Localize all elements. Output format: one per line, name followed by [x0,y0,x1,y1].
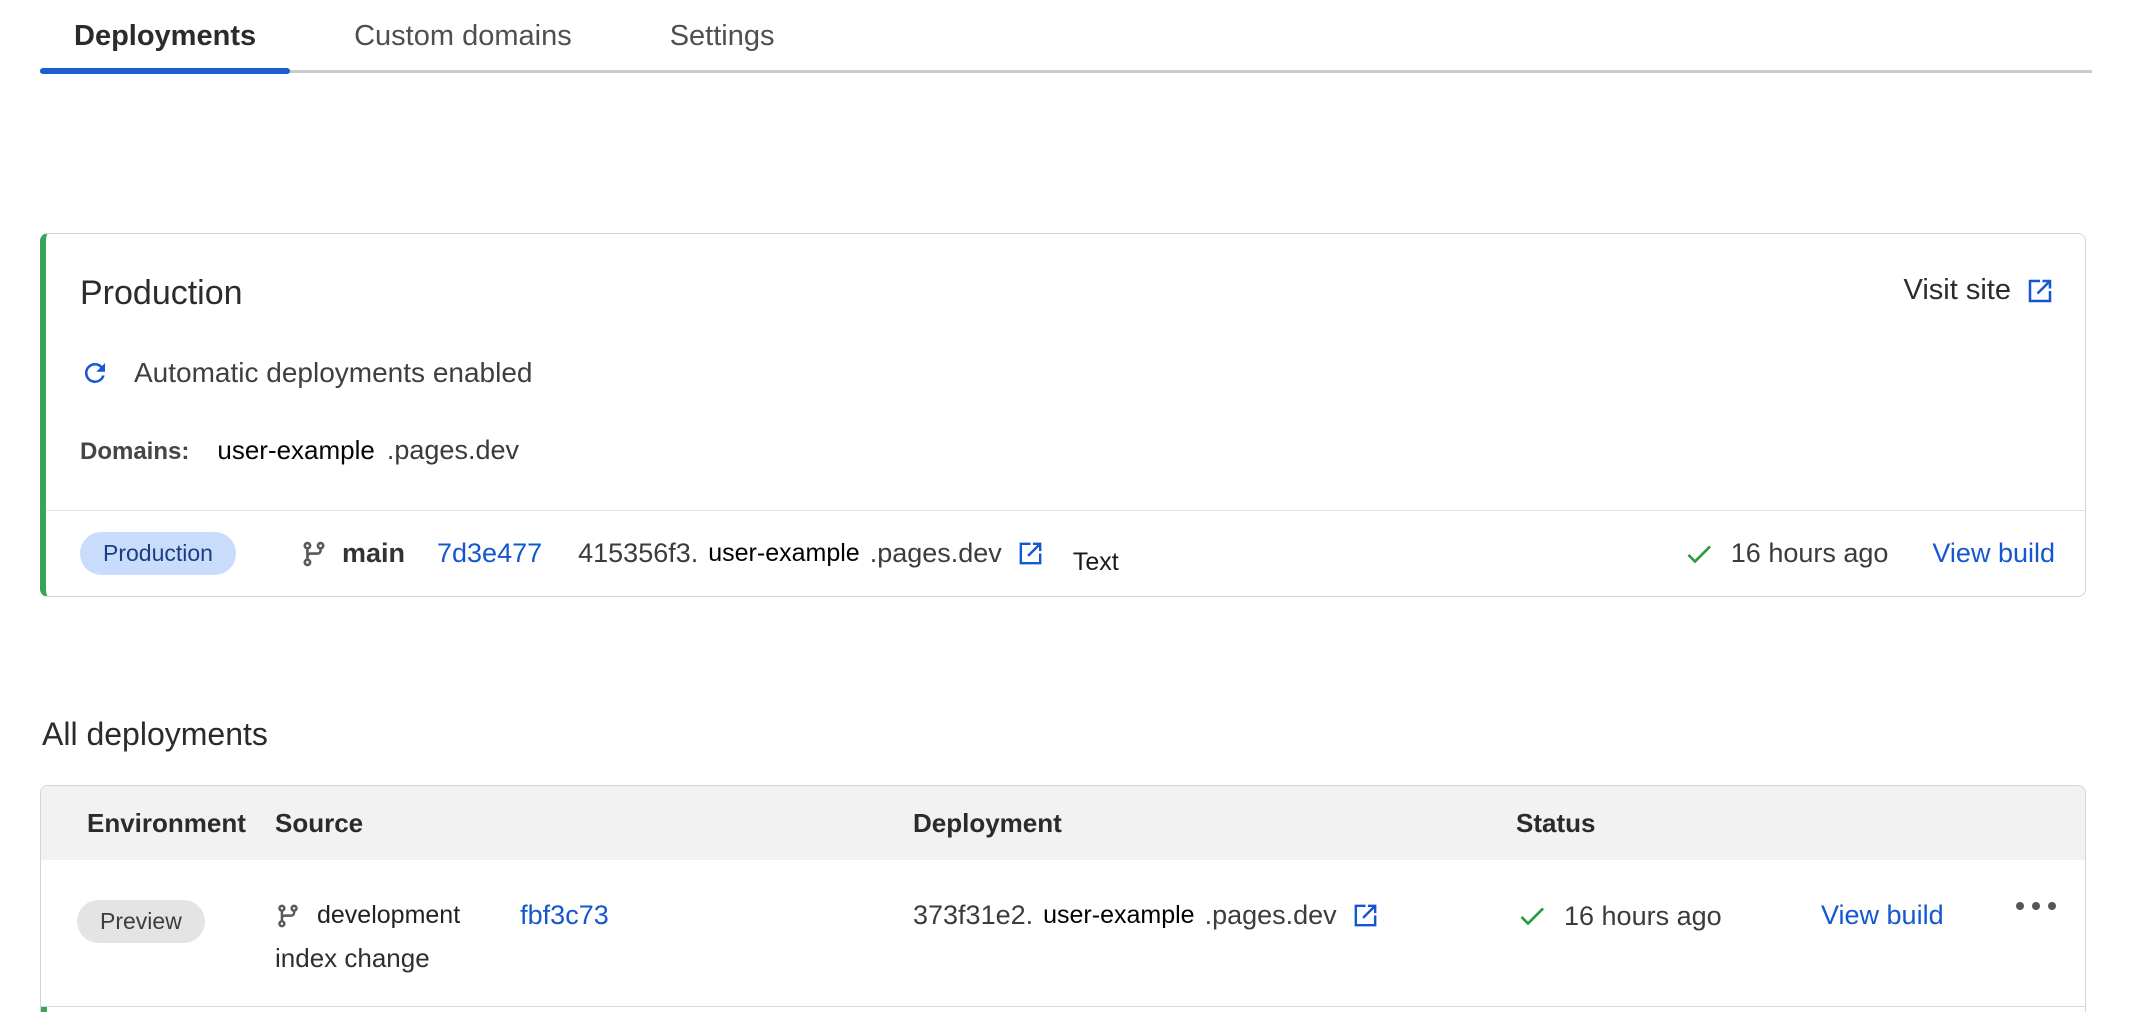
deployment-time: 16 hours ago [1731,538,1889,569]
column-header-environment: Environment [41,808,275,839]
production-card-title: Production [80,274,243,313]
git-branch-icon [300,540,328,568]
check-icon [1516,900,1548,932]
column-header-source: Source [275,808,913,839]
check-icon [1683,538,1715,570]
deployment-url-suffix: .pages.dev [870,538,1002,569]
deployment-url: 415356f3. user-example .pages.dev [578,538,1045,569]
row-menu-button[interactable] [2016,890,2056,922]
production-deployment-row: Production main 7d3e477 415356f3. user-e… [46,510,2085,596]
auto-deployments-text: Automatic deployments enabled [134,357,532,389]
deployment-url-prefix: 415356f3. [578,538,698,569]
table-row: Preview development fbf3c73 index change… [41,860,2085,1007]
production-card: Production Visit site Automatic deployme… [40,233,2086,597]
tab-custom-domains[interactable]: Custom domains [320,20,606,73]
view-build-link[interactable]: View build [1932,538,2055,569]
status-cell: 16 hours ago [1516,860,1821,932]
pages-deployments-page: Deployments Custom domains Settings Prod… [0,0,2132,1012]
ellipsis-icon [2032,902,2040,910]
column-header-status: Status [1516,808,1821,839]
tab-bar: Deployments Custom domains Settings [40,0,2092,73]
ellipsis-icon [2016,902,2024,910]
commit-message: index change [275,943,913,974]
open-deployment-button[interactable] [1016,539,1045,568]
domains-row: Domains: user-example .pages.dev [80,435,2055,466]
refresh-icon [80,358,110,388]
table-header-row: Environment Source Deployment Status [41,786,2085,860]
deployment-time: 16 hours ago [1564,901,1722,932]
menu-cell [2016,860,2085,922]
commit-link[interactable]: 7d3e477 [437,538,542,569]
external-link-icon [2025,276,2055,306]
column-header-deployment: Deployment [913,808,1516,839]
environment-badge: Preview [77,900,205,943]
domains-label: Domains: [80,438,189,466]
deployment-url: 373f31e2. user-example .pages.dev [913,900,1380,931]
branch-name: development [317,901,460,930]
tab-deployments[interactable]: Deployments [40,20,290,73]
domain-name: user-example [217,435,375,466]
next-row-accent [41,1007,47,1012]
auto-deployments-status: Automatic deployments enabled [80,357,2055,389]
commit-link[interactable]: fbf3c73 [520,900,609,931]
view-build-link[interactable]: View build [1821,900,1944,930]
external-link-icon [1351,901,1380,930]
all-deployments-heading: All deployments [42,716,268,753]
ellipsis-icon [2048,902,2056,910]
deployments-table: Environment Source Deployment Status Pre… [40,785,2086,1012]
deployment-url-suffix: .pages.dev [1205,900,1337,931]
domain-suffix: .pages.dev [387,435,519,466]
branch-name: main [342,538,405,569]
external-link-icon [1016,539,1045,568]
branch-group: main [300,538,405,569]
deployment-url-domain: user-example [708,539,859,568]
visit-site-link[interactable]: Visit site [1904,274,2055,307]
visit-site-label: Visit site [1904,274,2011,307]
git-branch-icon [275,903,301,929]
environment-badge: Production [80,532,236,575]
actions-cell: View build [1821,860,2016,931]
environment-cell: Preview [41,860,275,943]
source-cell: development fbf3c73 index change [275,860,913,974]
deployment-status-group: 16 hours ago View build [1683,538,2055,570]
deployment-note: Text [1073,548,1119,577]
deployment-url-domain: user-example [1043,901,1194,930]
deployment-url-prefix: 373f31e2. [913,900,1033,931]
deployment-cell: 373f31e2. user-example .pages.dev [913,860,1516,931]
tab-settings[interactable]: Settings [636,20,809,73]
open-deployment-button[interactable] [1351,901,1380,930]
